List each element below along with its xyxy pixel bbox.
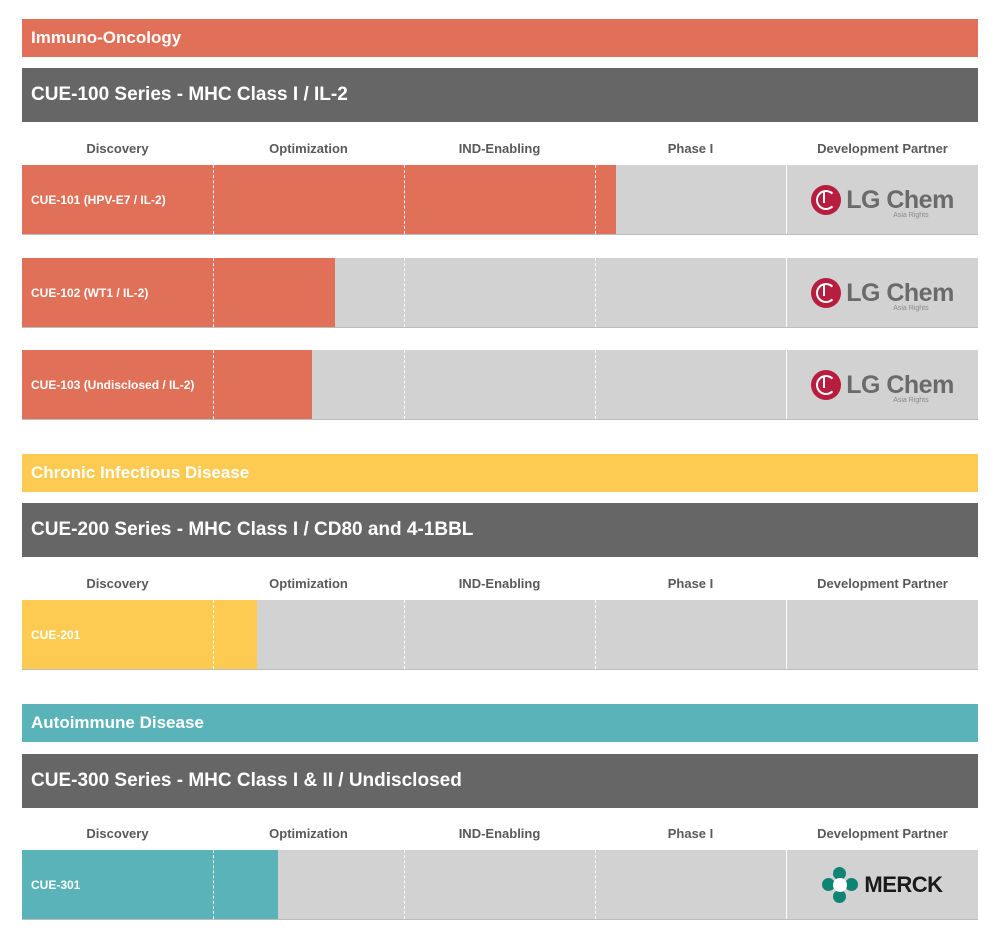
program-row-cue-201: CUE-201 [22, 600, 978, 670]
stage-header-development-partner: Development Partner [817, 141, 948, 156]
lg-logo-icon [811, 277, 842, 308]
program-row-cue-102: CUE-102 (WT1 / IL-2) LG Chem Asia Rights [22, 258, 978, 328]
stage-header-discovery: Discovery [86, 141, 149, 156]
category-band-chronic-infectious-disease: Chronic Infectious Disease [22, 454, 978, 492]
stage-header-ind-enabling: IND-Enabling [458, 141, 541, 156]
lg-chem-logo: LG Chem Asia Rights [811, 184, 954, 219]
program-row-cue-103: CUE-103 (Undisclosed / IL-2) LG Chem Asi… [22, 350, 978, 420]
program-row-cue-101: CUE-101 (HPV-E7 / IL-2) LG Chem Asia Rig… [22, 165, 978, 235]
stage-divider [595, 258, 596, 327]
stage-header-phase-1: Phase I [667, 576, 714, 591]
stage-divider [595, 350, 596, 419]
program-name: CUE-101 (HPV-E7 / IL-2) [31, 192, 166, 207]
lg-chem-logo: LG Chem Asia Rights [811, 369, 954, 404]
partner-name: LG Chem [846, 185, 954, 214]
stage-divider [213, 258, 214, 327]
stage-header-ind-enabling: IND-Enabling [458, 826, 541, 841]
partner-cell: LG Chem Asia Rights [787, 350, 978, 419]
program-name: CUE-102 (WT1 / IL-2) [31, 285, 149, 300]
lg-logo-icon [811, 369, 842, 400]
stage-header-optimization: Optimization [269, 826, 348, 841]
partner-cell: LG Chem Asia Rights [787, 258, 978, 327]
lg-chem-logo: LG Chem Asia Rights [811, 277, 954, 312]
lg-logo-icon [811, 184, 842, 215]
stage-header-row: Discovery Optimization IND-Enabling Phas… [22, 822, 978, 846]
stage-header-development-partner: Development Partner [817, 576, 948, 591]
partner-cell: LG Chem Asia Rights [787, 165, 978, 234]
stage-header-optimization: Optimization [269, 141, 348, 156]
stage-divider [595, 850, 596, 919]
stage-divider [404, 350, 405, 419]
stage-header-phase-1: Phase I [667, 141, 714, 156]
stage-header-discovery: Discovery [86, 576, 149, 591]
series-title-cue-200: CUE-200 Series - MHC Class I / CD80 and … [22, 503, 978, 557]
stage-header-row: Discovery Optimization IND-Enabling Phas… [22, 137, 978, 161]
stage-divider [213, 600, 214, 669]
stage-header-development-partner: Development Partner [817, 826, 948, 841]
program-name: CUE-201 [31, 627, 81, 642]
category-band-immuno-oncology: Immuno-Oncology [22, 19, 978, 57]
program-name: CUE-301 [31, 877, 81, 892]
partner-name: MERCK [864, 871, 943, 897]
partner-name: LG Chem [846, 278, 954, 307]
stage-header-row: Discovery Optimization IND-Enabling Phas… [22, 572, 978, 596]
stage-divider [213, 850, 214, 919]
partner-name: LG Chem [846, 370, 954, 399]
category-band-autoimmune-disease: Autoimmune Disease [22, 704, 978, 742]
series-title-cue-100: CUE-100 Series - MHC Class I / IL-2 [22, 68, 978, 122]
partner-note: Asia Rights [893, 396, 929, 404]
stage-header-discovery: Discovery [86, 826, 149, 841]
merck-logo-icon [822, 866, 859, 903]
series-title-cue-300: CUE-300 Series - MHC Class I & II / Undi… [22, 754, 978, 808]
partner-cell: MERCK [787, 850, 978, 919]
partner-note: Asia Rights [893, 211, 929, 219]
stage-divider [595, 600, 596, 669]
program-name: CUE-103 (Undisclosed / IL-2) [31, 377, 195, 392]
stage-divider [213, 165, 214, 234]
stage-divider [404, 165, 405, 234]
stage-header-optimization: Optimization [269, 576, 348, 591]
stage-divider [595, 165, 596, 234]
merck-logo: MERCK [822, 866, 943, 903]
stage-header-phase-1: Phase I [667, 826, 714, 841]
stage-header-ind-enabling: IND-Enabling [458, 576, 541, 591]
program-row-cue-301: CUE-301 MERCK [22, 850, 978, 920]
stage-divider [404, 600, 405, 669]
stage-divider [213, 350, 214, 419]
stage-divider [404, 850, 405, 919]
partner-note: Asia Rights [893, 304, 929, 312]
partner-cell [787, 600, 978, 669]
stage-divider [404, 258, 405, 327]
